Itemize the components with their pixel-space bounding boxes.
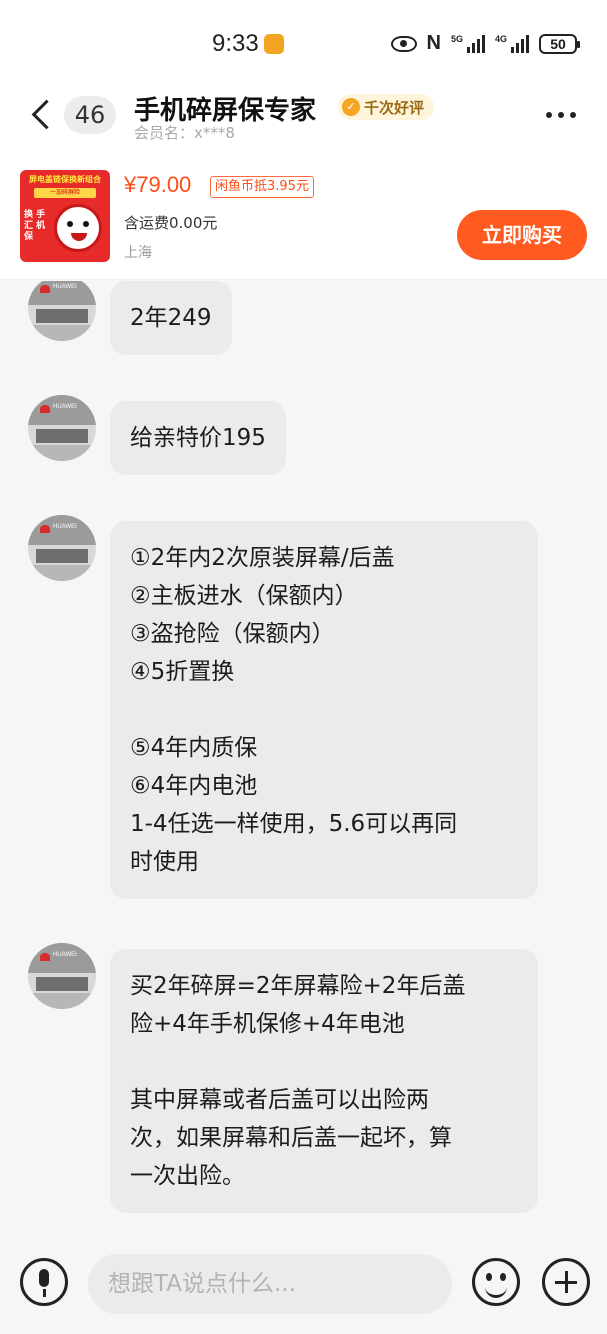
thumb-top-text: 屏电盖链保换新组合 — [29, 175, 101, 184]
seller-avatar[interactable]: HUAWEI — [28, 281, 96, 341]
buy-now-button[interactable]: 立即购买 — [457, 210, 587, 260]
product-location: 上海 — [124, 245, 152, 261]
plus-icon[interactable] — [542, 1258, 590, 1306]
status-indicators: N 5G 4G 50 — [390, 32, 580, 55]
signal-4g-label: 4G — [494, 33, 507, 44]
message-bubble[interactable]: 2年249 — [110, 281, 232, 355]
battery-icon: 50 — [539, 33, 580, 54]
emoji-icon[interactable] — [472, 1258, 520, 1306]
member-name: 会员名：x***8 — [134, 124, 235, 142]
status-time: 9:33 — [212, 30, 259, 57]
input-bar: 想跟TA说点什么... — [0, 1236, 607, 1334]
message-list[interactable]: HUAWEI 2年249 HUAWEI 给亲特价195 HUAWEI ①2年内2… — [0, 281, 607, 1236]
nfc-icon: N — [426, 32, 441, 54]
message-input[interactable]: 想跟TA说点什么... — [88, 1254, 452, 1314]
microphone-icon[interactable] — [20, 1258, 68, 1306]
praise-tag-label: 千次好评 — [364, 98, 425, 117]
signal-5g-icon: 5G — [450, 33, 485, 53]
coin-discount-tag: 闲鱼币抵3.95元 — [210, 176, 314, 198]
eye-comfort-icon — [390, 35, 417, 52]
shipping-fee: 含运费0.00元 — [124, 214, 218, 232]
status-bar: 9:33 N 5G 4G 50 — [0, 0, 607, 88]
app-notification-icon — [264, 34, 284, 54]
dot — [546, 112, 552, 118]
seller-avatar[interactable]: HUAWEI — [28, 395, 96, 461]
product-thumbnail[interactable]: 屏电盖链保换新组合 一加碎屏险 换 手 汇 机 保 — [20, 170, 110, 262]
dot — [570, 112, 576, 118]
seller-avatar[interactable]: HUAWEI — [28, 943, 96, 1009]
dot — [558, 112, 564, 118]
unread-count-badge[interactable]: 46 — [64, 96, 116, 134]
product-price: ¥79.00 — [124, 172, 192, 197]
message-bubble[interactable]: 给亲特价195 — [110, 401, 286, 475]
mascot-dog-icon — [54, 204, 102, 252]
message-bubble[interactable]: 买2年碎屏=2年屏幕险+2年后盖 险+4年手机保修+4年电池 其中屏幕或者后盖可… — [110, 949, 538, 1213]
thumbs-up-icon: ✓ — [342, 98, 360, 116]
thumb-side-text: 换 手 汇 机 保 — [24, 210, 46, 242]
praise-tag[interactable]: ✓ 千次好评 — [338, 94, 435, 120]
thumb-band-text: 一加碎屏险 — [34, 188, 96, 198]
signal-5g-label: 5G — [450, 33, 463, 44]
seller-avatar[interactable]: HUAWEI — [28, 515, 96, 581]
message-bubble[interactable]: ①2年内2次原装屏幕/后盖 ②主板进水（保额内） ③盗抢险（保额内） ④5折置换… — [110, 521, 538, 899]
product-card[interactable]: 屏电盖链保换新组合 一加碎屏险 换 手 汇 机 保 ¥79.00 闲鱼币抵3.9… — [0, 148, 607, 280]
chat-header: 46 手机碎屏保专家 ✓ 千次好评 会员名：x***8 — [0, 88, 607, 148]
back-button[interactable] — [30, 96, 54, 132]
more-options-button[interactable] — [541, 100, 581, 130]
signal-4g-icon: 4G — [494, 33, 529, 53]
